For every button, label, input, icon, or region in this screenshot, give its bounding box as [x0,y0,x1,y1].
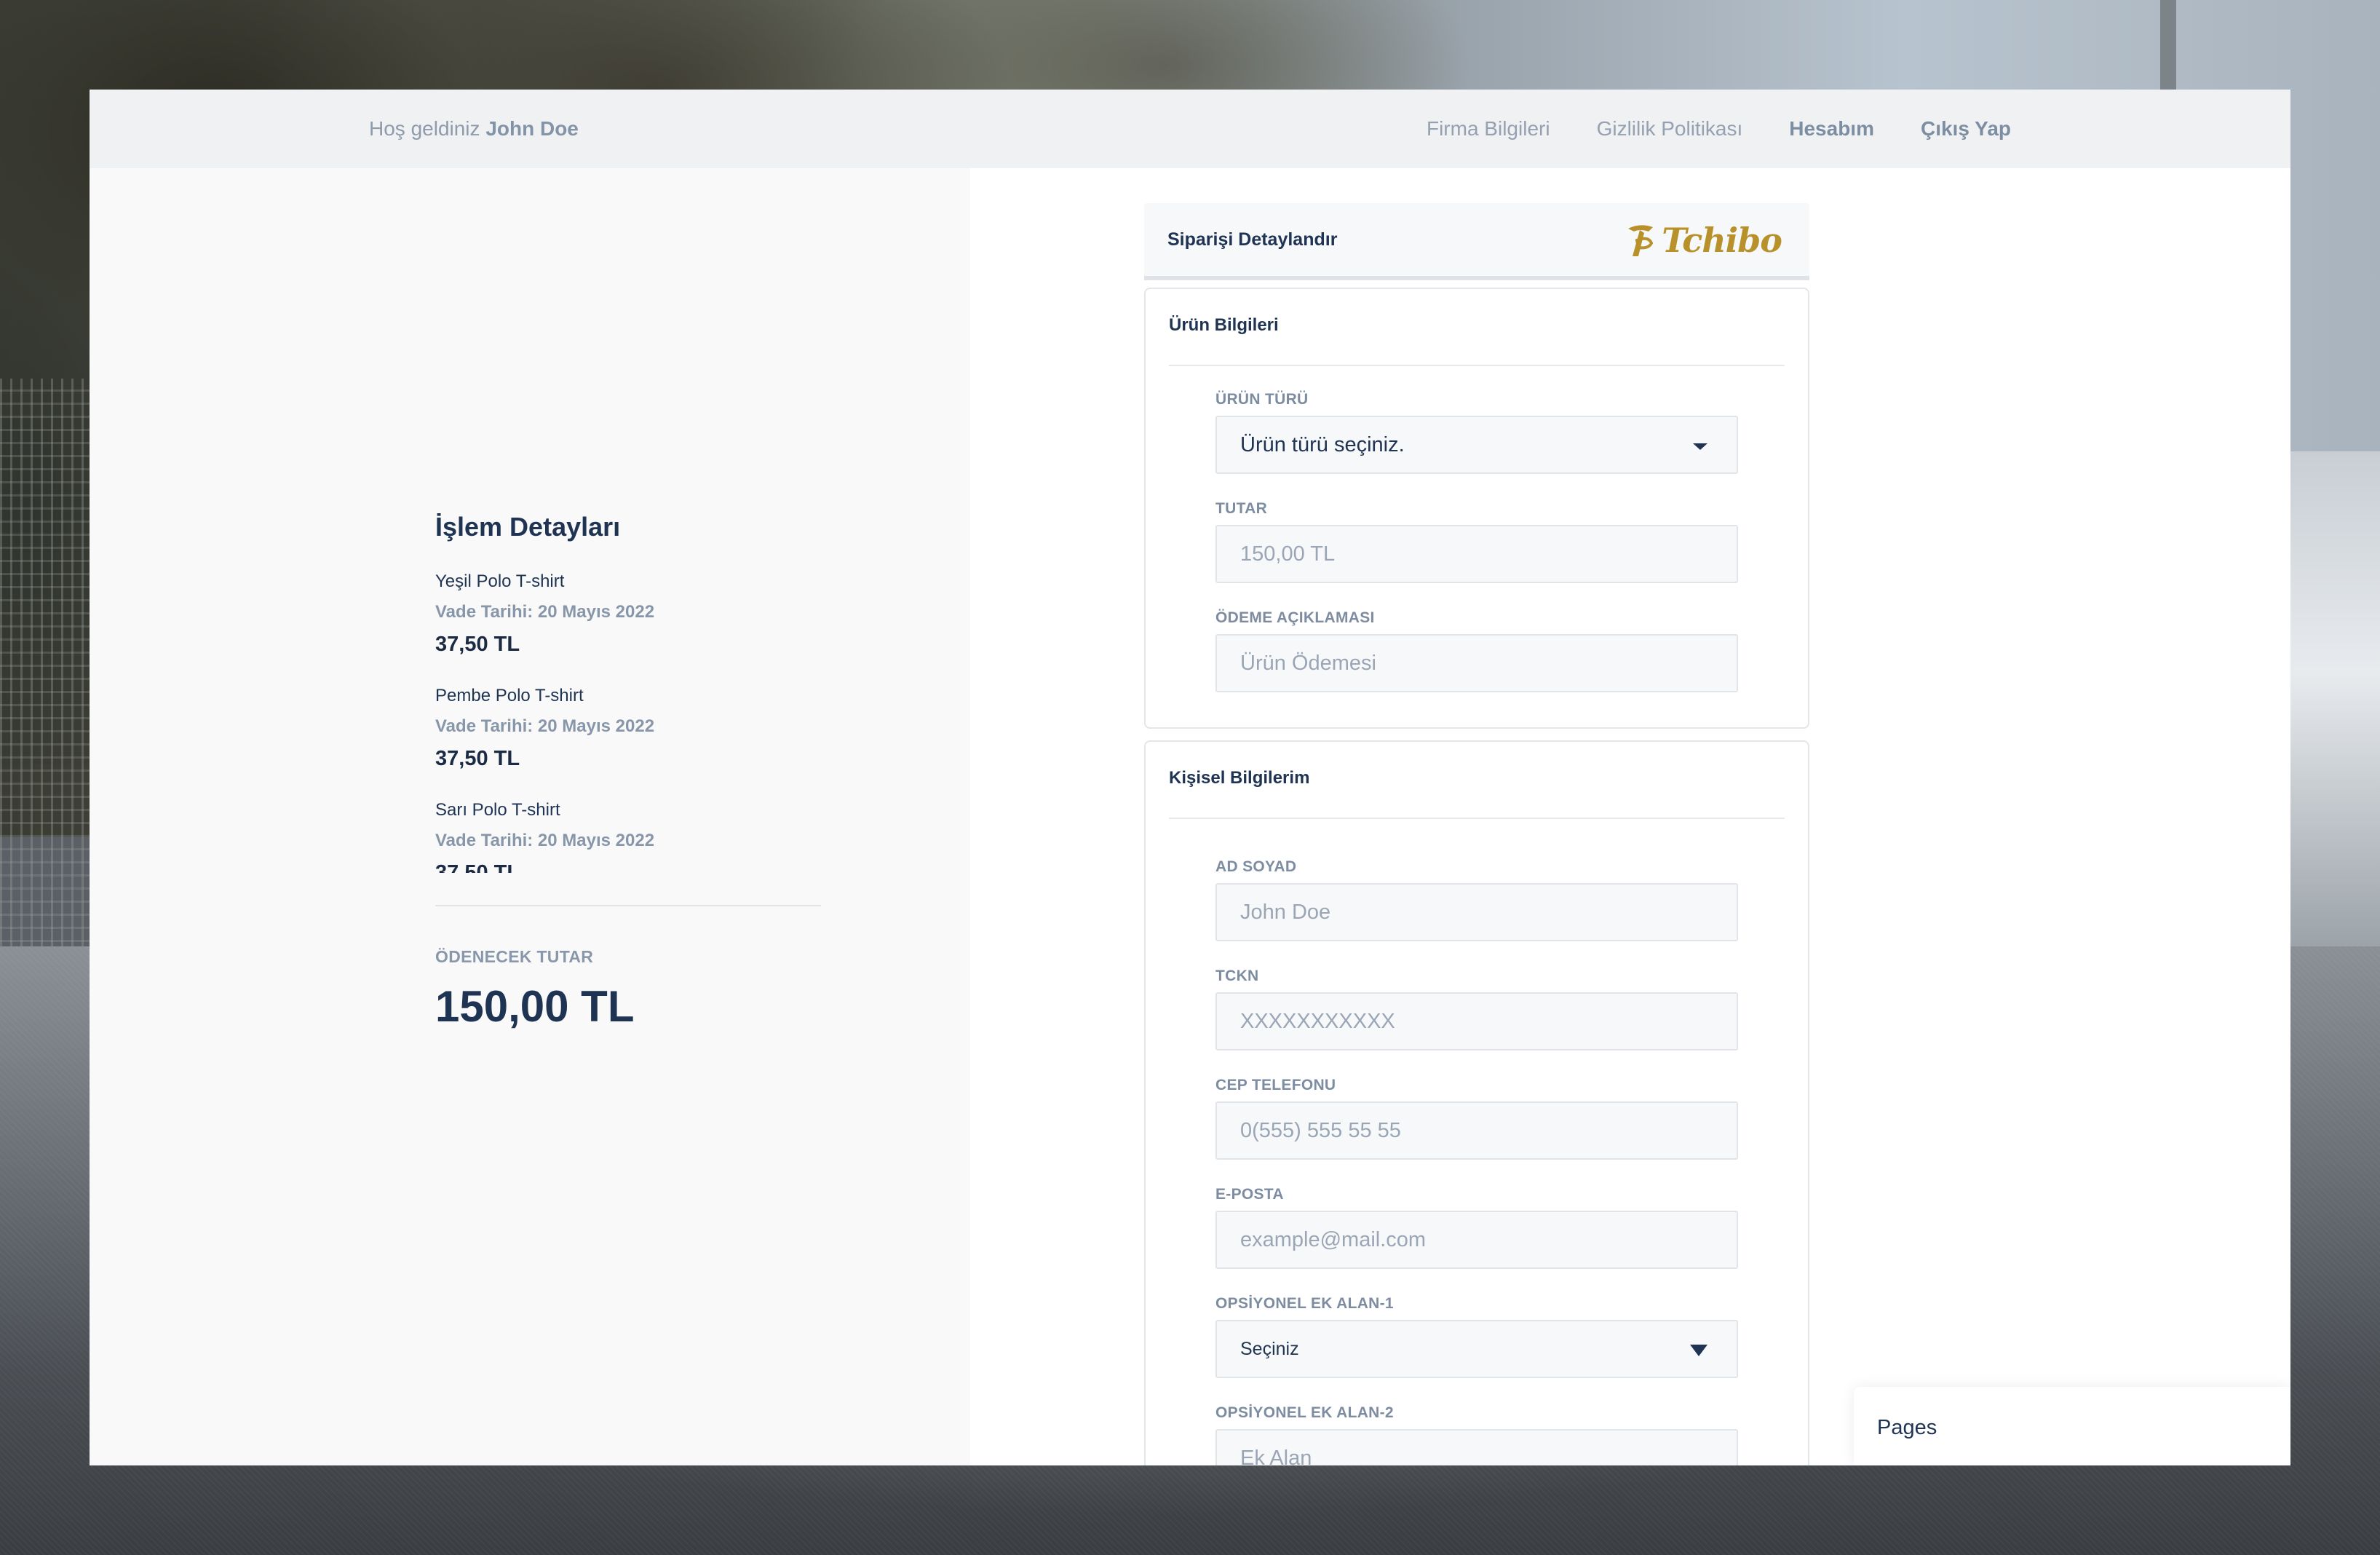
tckn-field: TCKN [1215,968,1738,1050]
pages-label: Pages [1877,1416,1937,1439]
items-list[interactable]: Yeşil Polo T-shirt Vade Tarihi: 20 Mayıs… [435,571,821,873]
welcome-text: Hoş geldiniz John Doe [369,117,579,141]
nav-company-info[interactable]: Firma Bilgileri [1427,117,1550,141]
item-price: 37,50 TL [435,861,520,873]
tchibo-wordmark: Tchibo [1662,221,1782,260]
personal-info-divider [1169,818,1785,819]
transaction-details: İşlem Detayları Yeşil Polo T-shirt Vade … [435,512,821,1032]
product-info-title: Ürün Bilgileri [1169,315,1279,335]
form-header: Siparişi Detaylandır Tchibo [1144,203,1809,280]
total-label: ÖDENECEK TUTAR [435,947,594,966]
amount-label: TUTAR [1215,500,1268,517]
optional-field-1-value: Seçiniz [1240,1338,1299,1359]
payment-description-label: ÖDEME AÇIKLAMASI [1215,609,1375,626]
background-pole [2160,0,2176,95]
tckn-input[interactable] [1215,992,1738,1050]
top-nav: Firma Bilgileri Gizlilik Politikası Hesa… [1427,117,2011,141]
payment-description-input[interactable] [1215,634,1738,692]
phone-input[interactable] [1215,1101,1738,1160]
optional-field-1-label: OPSİYONEL EK ALAN-1 [1215,1295,1394,1312]
item-due-date: Vade Tarihi: 20 Mayıs 2022 [435,602,655,622]
personal-info-title: Kişisel Bilgilerim [1169,768,1310,788]
product-type-field: ÜRÜN TÜRÜ Ürün türü seçiniz. [1215,391,1738,474]
full-name-field: AD SOYAD [1215,858,1738,941]
tckn-label: TCKN [1215,968,1259,984]
tchibo-logo: Tchibo [1624,219,1782,261]
item-name: Yeşil Polo T-shirt [435,571,565,591]
phone-field: CEP TELEFONU [1215,1077,1738,1160]
email-input[interactable] [1215,1211,1738,1269]
welcome-prefix: Hoş geldiniz [369,117,480,140]
background-fence [0,379,95,1034]
background-building [2285,451,2380,1005]
product-info-divider [1169,365,1785,366]
item-name: Sarı Polo T-shirt [435,800,560,820]
list-item: Sarı Polo T-shirt Vade Tarihi: 20 Mayıs … [435,800,821,873]
email-field: E-POSTA [1215,1186,1738,1269]
product-info-card: Ürün Bilgileri ÜRÜN TÜRÜ Ürün türü seçin… [1144,288,1809,729]
list-item: Pembe Polo T-shirt Vade Tarihi: 20 Mayıs… [435,686,821,771]
item-price: 37,50 TL [435,633,520,656]
item-due-date: Vade Tarihi: 20 Mayıs 2022 [435,716,655,736]
payment-description-field: ÖDEME AÇIKLAMASI [1215,609,1738,692]
nav-privacy-policy[interactable]: Gizlilik Politikası [1597,117,1743,141]
product-type-value: Ürün türü seçiniz. [1240,432,1405,456]
item-price: 37,50 TL [435,747,520,770]
app-window: Hoş geldiniz John Doe Firma Bilgileri Gi… [90,90,2290,1465]
optional-field-2: OPSİYONEL EK ALAN-2 [1215,1404,1738,1465]
form-header-title: Siparişi Detaylandır [1167,229,1338,250]
pages-widget[interactable]: Pages [1854,1387,2290,1465]
full-name-label: AD SOYAD [1215,858,1297,875]
personal-info-card: Kişisel Bilgilerim AD SOYAD TCKN CEP TEL… [1144,740,1809,1465]
nav-logout[interactable]: Çıkış Yap [1921,117,2011,141]
top-bar: Hoş geldiniz John Doe Firma Bilgileri Gi… [90,90,2290,168]
optional-field-1: OPSİYONEL EK ALAN-1 Seçiniz [1215,1295,1738,1378]
chevron-down-icon [1693,443,1707,450]
full-name-input[interactable] [1215,883,1738,941]
product-type-select[interactable]: Ürün türü seçiniz. [1215,416,1738,474]
product-type-label: ÜRÜN TÜRÜ [1215,391,1309,408]
optional-field-1-select[interactable]: Seçiniz [1215,1320,1738,1378]
amount-field: TUTAR [1215,500,1738,583]
nav-my-account[interactable]: Hesabım [1789,117,1874,141]
tchibo-mark-icon [1628,225,1654,256]
optional-field-2-label: OPSİYONEL EK ALAN-2 [1215,1404,1394,1421]
item-due-date: Vade Tarihi: 20 Mayıs 2022 [435,831,655,850]
phone-label: CEP TELEFONU [1215,1077,1336,1093]
welcome-user-name: John Doe [485,117,579,140]
list-item: Yeşil Polo T-shirt Vade Tarihi: 20 Mayıs… [435,571,821,657]
item-name: Pembe Polo T-shirt [435,686,584,705]
details-title: İşlem Detayları [435,512,621,542]
amount-input[interactable] [1215,525,1738,583]
triangle-down-icon [1690,1345,1707,1356]
email-label: E-POSTA [1215,1186,1284,1203]
total-amount: 150,00 TL [435,982,635,1031]
details-divider [435,905,821,906]
optional-field-2-input[interactable] [1215,1429,1738,1465]
